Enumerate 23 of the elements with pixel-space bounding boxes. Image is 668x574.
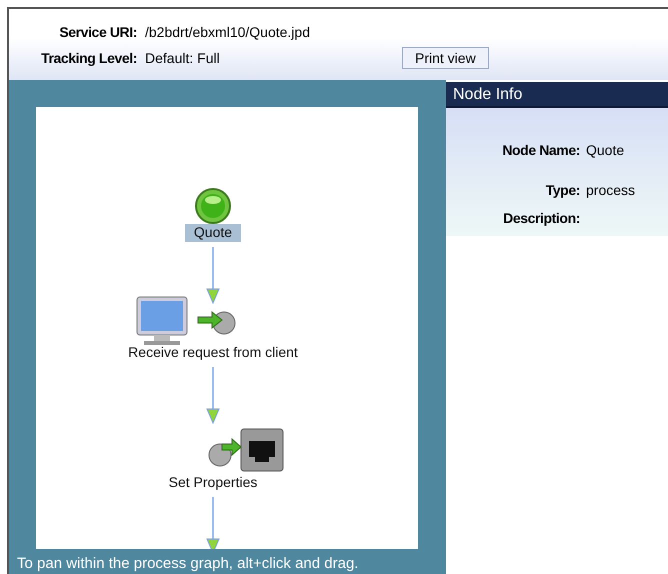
network-port-icon[interactable] [240, 428, 284, 472]
field-value: /b2bdrt/ebxml10/Quote.jpd [145, 24, 311, 40]
connector-arrow [206, 367, 220, 424]
info-label: Type: [544, 182, 581, 198]
start-node-icon[interactable] [195, 188, 231, 224]
hint-text: To pan within the process graph, alt+click and drag. [17, 555, 358, 572]
field-value: Default: Full [145, 50, 221, 66]
arrow-ball-icon [208, 438, 242, 466]
computer-icon[interactable] [136, 296, 188, 345]
info-value: Quote [586, 142, 624, 158]
arrow-ball-icon [198, 310, 236, 334]
connector-arrow [206, 497, 220, 549]
node-label[interactable]: Receive request from client [128, 344, 298, 360]
connector-arrow [206, 247, 220, 304]
node-label[interactable]: Quote [194, 224, 232, 240]
field-label: Tracking Level: [40, 50, 138, 66]
info-label: Description: [502, 210, 581, 226]
info-label: Node Name: [501, 142, 581, 158]
info-value: process [586, 182, 636, 198]
field-label: Service URI: [58, 24, 138, 40]
print-view-button[interactable]: Print view [402, 47, 489, 69]
panel-header: Node Info [446, 82, 668, 108]
node-label[interactable]: Set Properties [168, 474, 258, 490]
